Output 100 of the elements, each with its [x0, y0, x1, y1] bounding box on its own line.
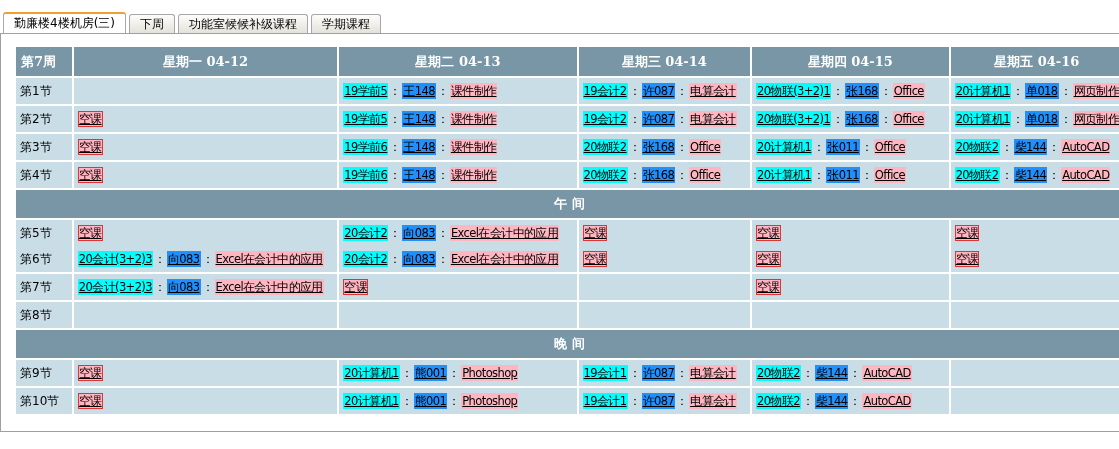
course-link[interactable]: Photoshop	[461, 365, 519, 381]
course-link[interactable]: 网页制作	[1072, 83, 1119, 99]
tab[interactable]: 勤廉楼4楼机房(三)	[3, 12, 126, 33]
course-link[interactable]: 课件制作	[449, 139, 498, 155]
empty-slot-link[interactable]: 空课	[77, 365, 103, 381]
tab[interactable]: 下周	[129, 14, 175, 33]
empty-slot-link[interactable]: 空课	[755, 251, 781, 267]
period-cell: 第4节	[16, 161, 73, 189]
tab[interactable]: 学期课程	[311, 14, 381, 33]
teacher-link[interactable]: 向083	[402, 225, 436, 241]
course-link[interactable]: AutoCAD	[862, 393, 912, 409]
class-link[interactable]: 19会计2	[582, 111, 628, 127]
teacher-link[interactable]: 柴144	[1013, 139, 1048, 155]
tab[interactable]: 功能室候候补级课程	[178, 14, 308, 33]
class-link[interactable]: 20物联(3+2)1	[755, 83, 832, 99]
empty-slot-link[interactable]: 空课	[755, 279, 781, 295]
class-link[interactable]: 20计算机1	[954, 111, 1011, 127]
class-link[interactable]: 20会计(3+2)3	[77, 279, 153, 295]
class-link[interactable]: 20计算机1	[343, 365, 400, 381]
class-link[interactable]: 20会计(3+2)3	[77, 251, 153, 267]
course-link[interactable]: 电算会计	[689, 83, 737, 99]
course-link[interactable]: Photoshop	[461, 393, 519, 409]
empty-slot-link[interactable]: 空课	[77, 167, 103, 183]
separator: ：	[388, 226, 403, 240]
teacher-link[interactable]: 张168	[641, 167, 676, 183]
teacher-link[interactable]: 向083	[166, 279, 201, 295]
teacher-link[interactable]: 张168	[845, 83, 879, 99]
class-link[interactable]: 20物联2	[755, 365, 801, 381]
class-link[interactable]: 19学前5	[343, 111, 389, 127]
teacher-link[interactable]: 许087	[641, 83, 676, 99]
teacher-link[interactable]: 王148	[402, 83, 436, 99]
separator: ：	[878, 84, 893, 98]
teacher-link[interactable]: 单018	[1025, 83, 1059, 99]
class-link[interactable]: 20物联2	[954, 167, 1000, 183]
teacher-link[interactable]: 许087	[641, 393, 676, 409]
separator: ：	[859, 168, 874, 182]
class-link[interactable]: 19学前5	[343, 83, 389, 99]
class-link[interactable]: 20计算机1	[343, 393, 400, 409]
course-link[interactable]: 课件制作	[449, 111, 498, 127]
class-link[interactable]: 20物联2	[954, 139, 1000, 155]
teacher-link[interactable]: 向083	[166, 251, 201, 267]
empty-slot-link[interactable]: 空课	[755, 225, 781, 241]
class-link[interactable]: 20计算机1	[755, 167, 813, 183]
teacher-link[interactable]: 柴144	[814, 393, 849, 409]
empty-slot-link[interactable]: 空课	[77, 139, 103, 155]
class-link[interactable]: 19会计2	[582, 83, 628, 99]
teacher-link[interactable]: 王148	[402, 167, 436, 183]
teacher-link[interactable]: 许087	[641, 365, 676, 381]
separator: ：	[675, 168, 690, 182]
teacher-link[interactable]: 张011	[826, 139, 860, 155]
class-link[interactable]: 19学前6	[343, 139, 389, 155]
teacher-link[interactable]: 柴144	[814, 365, 849, 381]
course-link[interactable]: AutoCAD	[1061, 139, 1111, 155]
course-link[interactable]: Office	[873, 167, 906, 183]
class-link[interactable]: 20物联(3+2)1	[755, 111, 832, 127]
class-link[interactable]: 19会计1	[582, 393, 628, 409]
class-link[interactable]: 20会计2	[343, 251, 389, 267]
course-link[interactable]: Excel在会计中的应用	[449, 225, 560, 241]
course-link[interactable]: 电算会计	[689, 111, 737, 127]
course-link[interactable]: 课件制作	[449, 83, 498, 99]
class-link[interactable]: 20物联2	[755, 393, 801, 409]
empty-slot-link[interactable]: 空课	[77, 225, 103, 241]
teacher-link[interactable]: 张011	[826, 167, 860, 183]
course-link[interactable]: Office	[689, 139, 722, 155]
course-link[interactable]: 课件制作	[449, 167, 498, 183]
class-link[interactable]: 20计算机1	[954, 83, 1011, 99]
teacher-link[interactable]: 向083	[402, 251, 436, 267]
empty-slot-link[interactable]: 空课	[77, 393, 103, 409]
teacher-link[interactable]: 许087	[641, 111, 676, 127]
course-link[interactable]: Office	[873, 139, 906, 155]
class-link[interactable]: 19会计1	[582, 365, 628, 381]
teacher-link[interactable]: 熊001	[413, 365, 448, 381]
course-link[interactable]: Excel在会计中的应用	[449, 251, 560, 267]
teacher-link[interactable]: 张168	[845, 111, 879, 127]
class-link[interactable]: 20物联2	[582, 167, 628, 183]
separator: ：	[999, 140, 1014, 154]
teacher-link[interactable]: 张168	[641, 139, 676, 155]
class-link[interactable]: 20计算机1	[755, 139, 813, 155]
class-link[interactable]: 20物联2	[582, 139, 628, 155]
course-link[interactable]: Office	[892, 83, 925, 99]
course-link[interactable]: Excel在会计中的应用	[214, 279, 324, 295]
course-link[interactable]: 网页制作	[1072, 111, 1119, 127]
empty-slot-link[interactable]: 空课	[77, 111, 103, 127]
course-link[interactable]: Office	[689, 167, 722, 183]
teacher-link[interactable]: 王148	[402, 111, 436, 127]
teacher-link[interactable]: 王148	[402, 139, 436, 155]
course-link[interactable]: 电算会计	[689, 365, 737, 381]
course-link[interactable]: Office	[892, 111, 925, 127]
course-link[interactable]: AutoCAD	[862, 365, 912, 381]
separator: ：	[388, 84, 403, 98]
teacher-link[interactable]: 熊001	[413, 393, 448, 409]
course-link[interactable]: AutoCAD	[1061, 167, 1111, 183]
course-link[interactable]: 电算会计	[689, 393, 737, 409]
class-link[interactable]: 20会计2	[343, 225, 389, 241]
teacher-link[interactable]: 柴144	[1013, 167, 1048, 183]
separator: ：	[848, 366, 863, 380]
class-link[interactable]: 19学前6	[343, 167, 389, 183]
teacher-link[interactable]: 单018	[1025, 111, 1059, 127]
separator: ：	[152, 280, 167, 294]
course-link[interactable]: Excel在会计中的应用	[214, 251, 324, 267]
